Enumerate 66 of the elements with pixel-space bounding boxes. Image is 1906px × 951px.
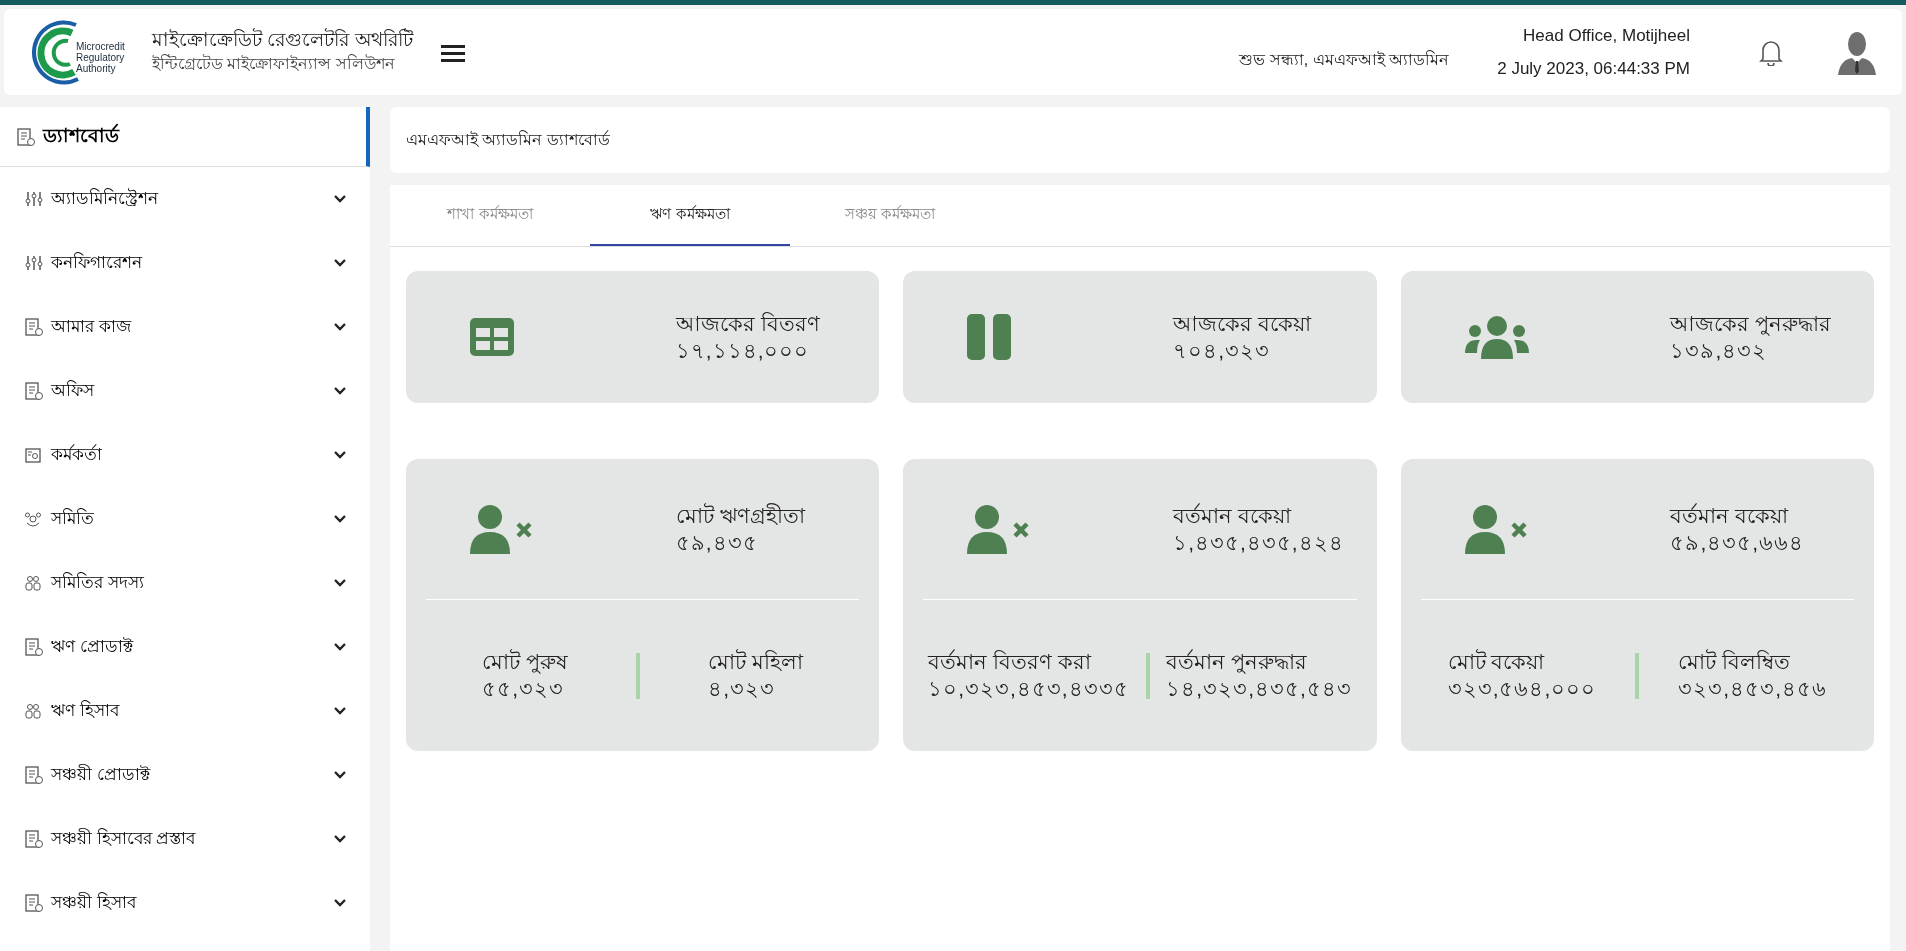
sidebar-menu-item[interactable]: সঞ্চয়ী হিসাব <box>0 871 370 935</box>
page-title: এমএফআই অ্যাডমিন ড্যাশবোর্ড <box>406 129 610 150</box>
sidebar-menu-item[interactable]: অ্যাডমিনিস্ট্রেশন <box>0 167 370 231</box>
sidebar-menu-item[interactable]: সঞ্চয়ী প্রোডাক্ট <box>0 743 370 807</box>
tab[interactable]: সঞ্চয় কর্মক্ষমতা <box>790 185 990 246</box>
sidebar-menu-item[interactable]: কর্মকর্তা <box>0 423 370 487</box>
sidebar-menu-item[interactable]: ঋণ হিসাব <box>0 679 370 743</box>
stat-value: ১৩৯,৪৩২ <box>1670 338 1769 364</box>
document-icon <box>24 318 43 336</box>
logo-text: Microcredit Regulatory Authority <box>76 41 125 74</box>
sidebar-menu-item[interactable]: সঞ্চয়ী হিসাবের প্রস্তাব <box>0 807 370 871</box>
dashboard-menu-item[interactable]: ড্যাশবোর্ড <box>0 107 370 167</box>
sliders-icon <box>24 190 43 208</box>
pause-icon <box>967 314 1012 360</box>
stat-value: ৭০৪,৩২৩ <box>1173 338 1271 364</box>
tab[interactable]: ঋণ কর্মক্ষমতা <box>590 185 790 246</box>
menu-icon <box>440 42 465 63</box>
sliders-icon <box>24 254 43 272</box>
document-icon <box>24 638 43 656</box>
document-icon <box>24 894 43 912</box>
document-icon <box>24 382 43 400</box>
stat-label: আজকের বিতরণ <box>675 310 820 337</box>
summary-value: ৫৯,৪৩৫,৬৬৪ <box>1670 530 1805 556</box>
summary-sub-label: মোট বিলম্বিত <box>1678 648 1792 675</box>
summary-sub-value: ৩২৩,৫৬৪,০০০ <box>1447 676 1597 703</box>
greeting-text: শুভ সন্ধ্যা, এমএফআই অ্যাডমিন <box>1239 49 1450 70</box>
summary-value: ১,৪৩৫,৪৩৫,৪২৪ <box>1173 530 1344 556</box>
sidebar-menu-item[interactable]: অফিস <box>0 359 370 423</box>
summary-sub-value: ১০,৩২৩,৪৫৩,৪৩৩৫ <box>928 676 1129 703</box>
date-time: 2 July 2023, 06:44:33 PM <box>1497 58 1690 80</box>
people-icon <box>24 702 43 720</box>
summary-sub-value: ৫৫,৩২৩ <box>482 676 565 703</box>
sidebar-menu-item[interactable]: আমার কাজ <box>0 295 370 359</box>
summary-sub-label: মোট পুরুষ <box>482 648 568 676</box>
id-card-icon <box>24 446 43 464</box>
people-circle-icon <box>24 510 43 528</box>
office-name: Head Office, Motijheel <box>1522 24 1690 47</box>
table-icon <box>470 318 514 356</box>
summary-label: বর্তমান বকেয়া <box>1173 502 1293 529</box>
app-subtitle: ইন্টিগ্রেটেড মাইক্রোফাইন্যান্স সলিউশন <box>152 53 396 75</box>
summary-sub-label: মোট বকেয়া <box>1447 648 1546 675</box>
summary-label: মোট ঋণগ্রহীতা <box>675 502 805 529</box>
tab[interactable]: শাখা কর্মক্ষমতা <box>390 185 590 246</box>
people-group-icon <box>1464 315 1529 359</box>
bell-icon <box>1758 38 1784 66</box>
summary-label: বর্তমান বকেয়া <box>1670 502 1790 529</box>
summary-sub-value: ১৪,৩২৩,৪৩৫,৫৪৩ <box>1166 676 1352 703</box>
summary-sub-label: বর্তমান বিতরণ করা <box>928 648 1093 675</box>
app-title: মাইক্রোক্রেডিট রেগুলেটরি অথরিটি <box>152 27 413 52</box>
stat-label: আজকের বকেয়া <box>1173 310 1311 337</box>
stat-value: ১৭,১১৪,০০০ <box>675 338 811 364</box>
sidebar-menu-item[interactable]: কনফিগারেশন <box>0 231 370 295</box>
sidebar-menu-item[interactable]: ঋণ প্রোডাক্ট <box>0 615 370 679</box>
avatar-icon <box>1836 29 1878 75</box>
summary-sub-label: বর্তমান পুনরুদ্ধার <box>1166 648 1309 676</box>
document-icon <box>16 127 35 146</box>
people-icon <box>24 574 43 592</box>
summary-value: ৫৯,৪৩৫ <box>675 530 759 556</box>
sidebar-menu-item[interactable]: সমিতির সদস্য <box>0 551 370 615</box>
summary-sub-value: ৪,৩২৩ <box>708 676 777 703</box>
summary-sub-label: মোট মহিলা <box>708 648 804 675</box>
document-icon <box>24 830 43 848</box>
sidebar-menu-item[interactable]: সমিতি <box>0 487 370 551</box>
summary-sub-value: ৩২৩,৪৫৩,৪৫৬ <box>1678 676 1827 703</box>
document-icon <box>24 766 43 784</box>
stat-label: আজকের পুনরুদ্ধার <box>1670 310 1832 337</box>
